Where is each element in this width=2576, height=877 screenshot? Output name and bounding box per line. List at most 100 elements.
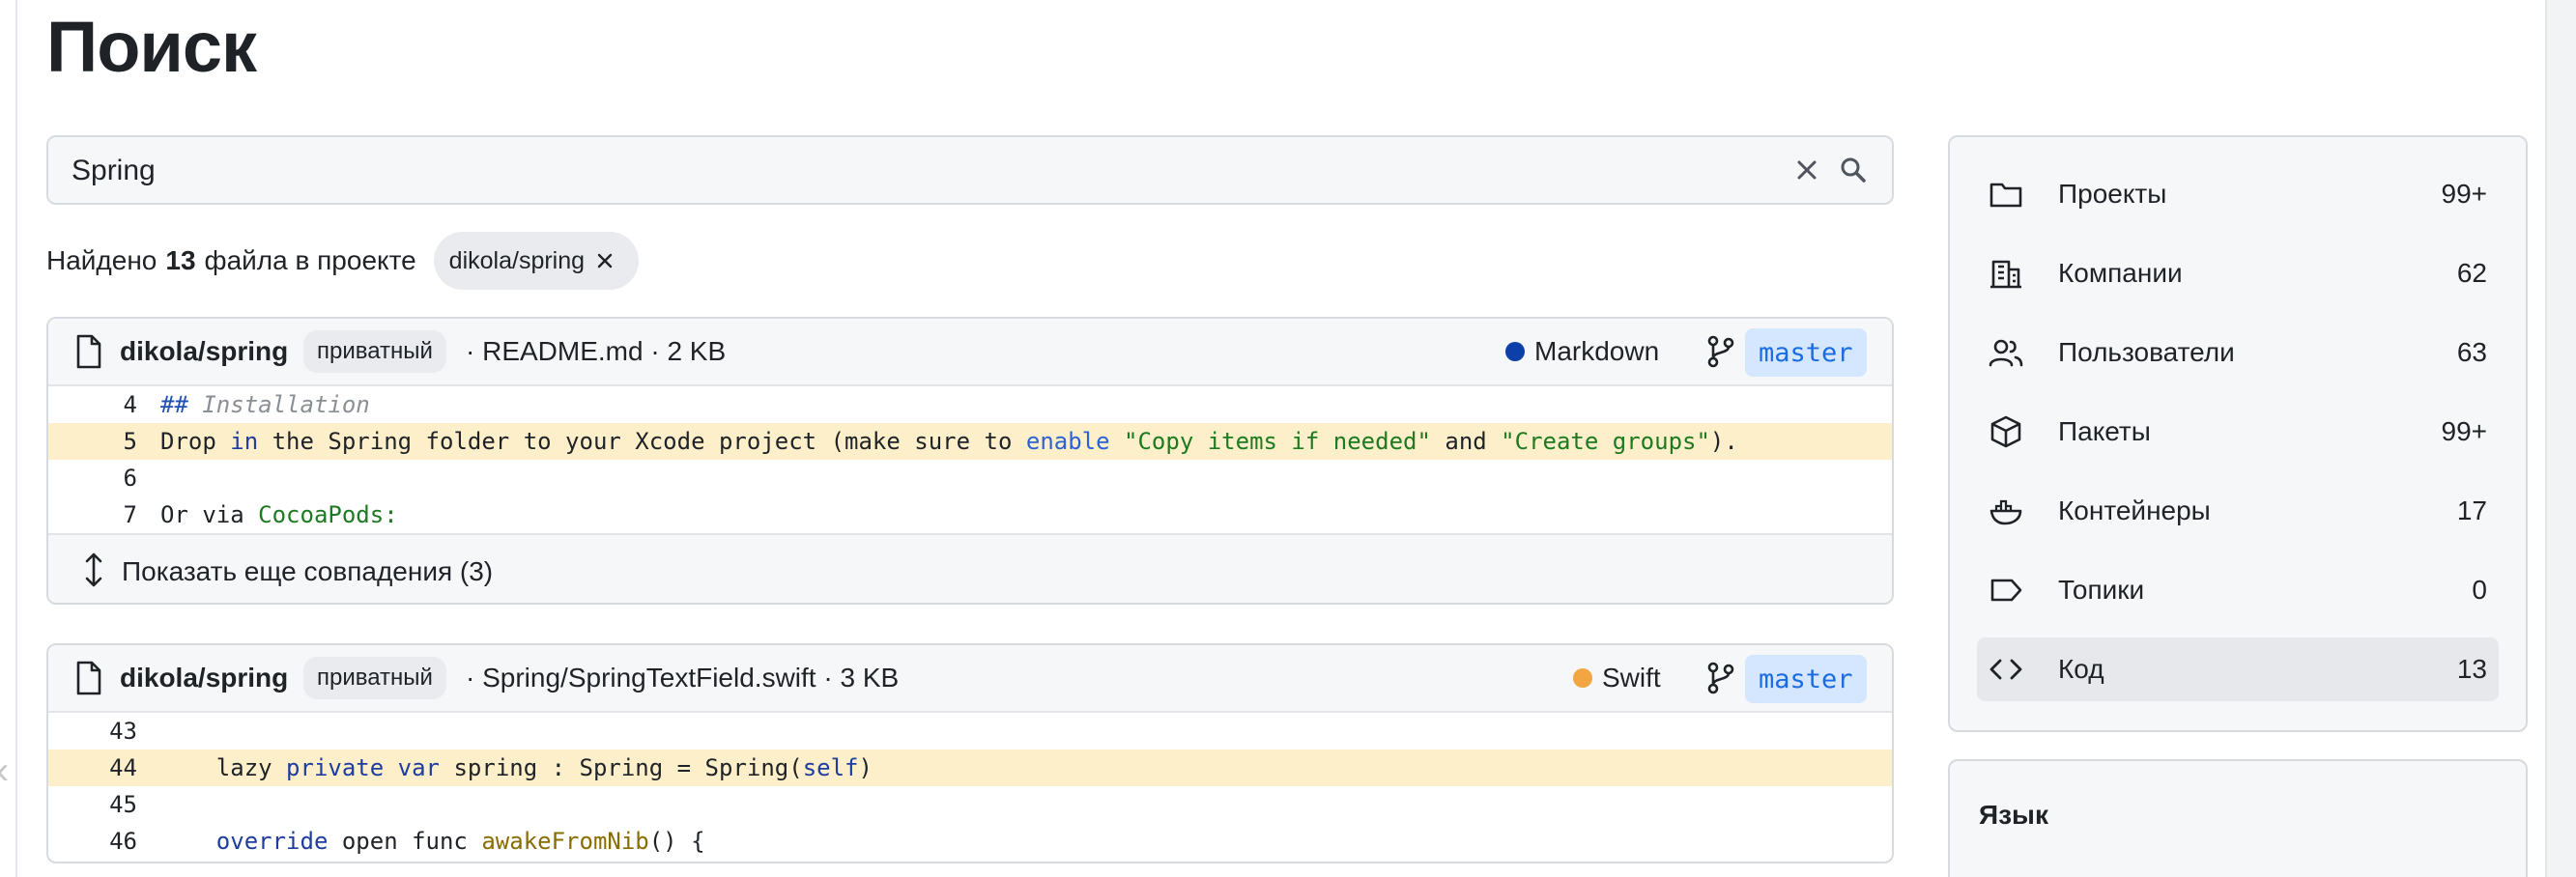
code-icon [1989,659,2022,680]
code-token: "Copy items if needed" [1124,428,1431,455]
code-token: private [286,754,385,781]
page-title: Поиск [46,7,257,87]
search-result-card: dikola/spring приватный · Spring/SpringT… [46,643,1894,863]
code-line: 45 [48,786,1892,823]
sidebar-item-users[interactable]: Пользователи 63 [1977,321,2499,384]
line-number: 46 [109,828,137,855]
git-branch-icon [1707,662,1734,694]
code-token: () { [648,828,705,855]
sidebar-item-count: 0 [2472,575,2487,605]
sidebar-item-count: 99+ [2441,416,2488,446]
result-file-path[interactable]: · README.md · 2 KB [466,336,726,367]
sidebar-item-label: Пакеты [2058,416,2151,446]
show-more-label: Показать еще совпадения (3) [122,556,494,586]
line-code: Or via CocoaPods: [160,501,398,528]
line-code: override open func awakeFromNib() { [160,828,705,855]
language-name: Markdown [1534,336,1660,366]
sidebar-item-count: 99+ [2441,179,2488,209]
sidebar-item-topics[interactable]: Топики 0 [1977,558,2499,622]
line-number: 4 [123,391,137,418]
sidebar-item-projects[interactable]: Проекты 99+ [1977,162,2499,226]
result-file-path[interactable]: · Spring/SpringTextField.swift · 3 KB [466,663,899,693]
code-token: var [397,754,441,781]
language-dot [1573,668,1592,688]
folder-icon [1989,183,2022,208]
code-token: the Spring folder to your Xcode project … [258,428,1026,455]
language-label: Swift [1573,663,1661,693]
code-token: ) [858,754,873,781]
code-line: 4 ## Installation [48,386,1892,423]
code-line: 5 Drop in the Spring folder to your Xcod… [48,423,1892,460]
code-line: 7 Or via CocoaPods: [48,496,1892,533]
sidebar-item-label: Компании [2058,258,2183,288]
code-token: Or via [160,501,259,528]
git-branch-icon [1707,335,1734,368]
results-summary: Найдено 13 файла в проекте dikola/spring [46,232,640,290]
result-repo-link[interactable]: dikola/spring [120,663,288,693]
code-token: and [1430,428,1502,455]
line-number: 44 [109,754,137,781]
package-icon [1990,415,2021,448]
show-more-matches-button[interactable]: Показать еще совпадения (3) [48,533,1892,603]
search-input[interactable]: Spring [46,135,1894,205]
line-number: 5 [123,428,137,455]
scroll-edge [2545,0,2576,877]
code-token: Installation [187,391,370,418]
code-line: 46 override open func awakeFromNib() { [48,823,1892,860]
code-token: override [215,828,329,855]
sidebar-item-companies[interactable]: Компании 62 [1977,241,2499,305]
code-token: in [230,428,259,455]
branch-tag[interactable]: master [1745,328,1867,377]
code-line: 6 [48,460,1892,496]
line-code: lazy private var spring : Spring = Sprin… [160,754,873,781]
code-token: self [802,754,859,781]
file-icon [76,334,101,369]
code-token: lazy [160,754,287,781]
code-token: CocoaPods: [258,501,398,528]
code-token: ). [1709,428,1738,455]
file-icon [76,661,101,695]
users-icon [1989,339,2023,367]
result-header: dikola/spring приватный · Spring/SpringT… [48,645,1892,713]
project-filter-chip[interactable]: dikola/spring [433,232,640,290]
language-filter-panel: Язык [1948,759,2528,877]
line-number: 43 [109,718,137,745]
language-dot [1505,342,1525,361]
language-filter-title: Язык [1979,800,2048,830]
line-number: 45 [109,791,137,818]
code-line: 44 lazy private var spring : Spring = Sp… [48,750,1892,786]
visibility-badge: приватный [303,330,446,373]
language-name: Swift [1602,663,1661,693]
building-icon [1990,260,2021,289]
branch-tag[interactable]: master [1745,655,1867,703]
clear-search-icon[interactable] [1788,151,1826,189]
sidebar-item-count: 63 [2456,337,2487,367]
sidebar-item-label: Код [2058,654,2104,684]
sidebar-item-count: 13 [2456,654,2487,684]
result-repo-link[interactable]: dikola/spring [120,336,288,367]
sidebar-item-count: 62 [2456,258,2487,288]
sidebar-item-label: Пользователи [2058,337,2235,367]
language-label: Markdown [1505,336,1659,367]
search-result-card: dikola/spring приватный · README.md · 2 … [46,317,1894,605]
code-line: 43 [48,713,1892,750]
code-snippet: 4 ## Installation 5 Drop in the Spring f… [48,386,1892,533]
remove-filter-icon[interactable] [594,250,615,271]
sidebar-item-label: Контейнеры [2058,495,2211,525]
sidebar-item-code[interactable]: Код 13 [1977,637,2499,701]
sidebar-item-packages[interactable]: Пакеты 99+ [1977,400,2499,464]
sidebar-item-containers[interactable]: Контейнеры 17 [1977,479,2499,543]
search-icon[interactable] [1834,151,1873,189]
chevron-left-icon: ‹ [0,751,9,790]
line-code: ## Installation [160,391,370,418]
code-token: enable [1025,428,1110,455]
code-token: ## [160,391,188,418]
search-input-value[interactable]: Spring [72,155,156,187]
sidebar-item-label: Топики [2058,575,2145,605]
search-type-sidebar: Проекты 99+ Компании 62 Пользователи 63 … [1948,135,2528,732]
summary-suffix: файла в проекте [204,245,416,275]
visibility-badge: приватный [303,657,446,699]
